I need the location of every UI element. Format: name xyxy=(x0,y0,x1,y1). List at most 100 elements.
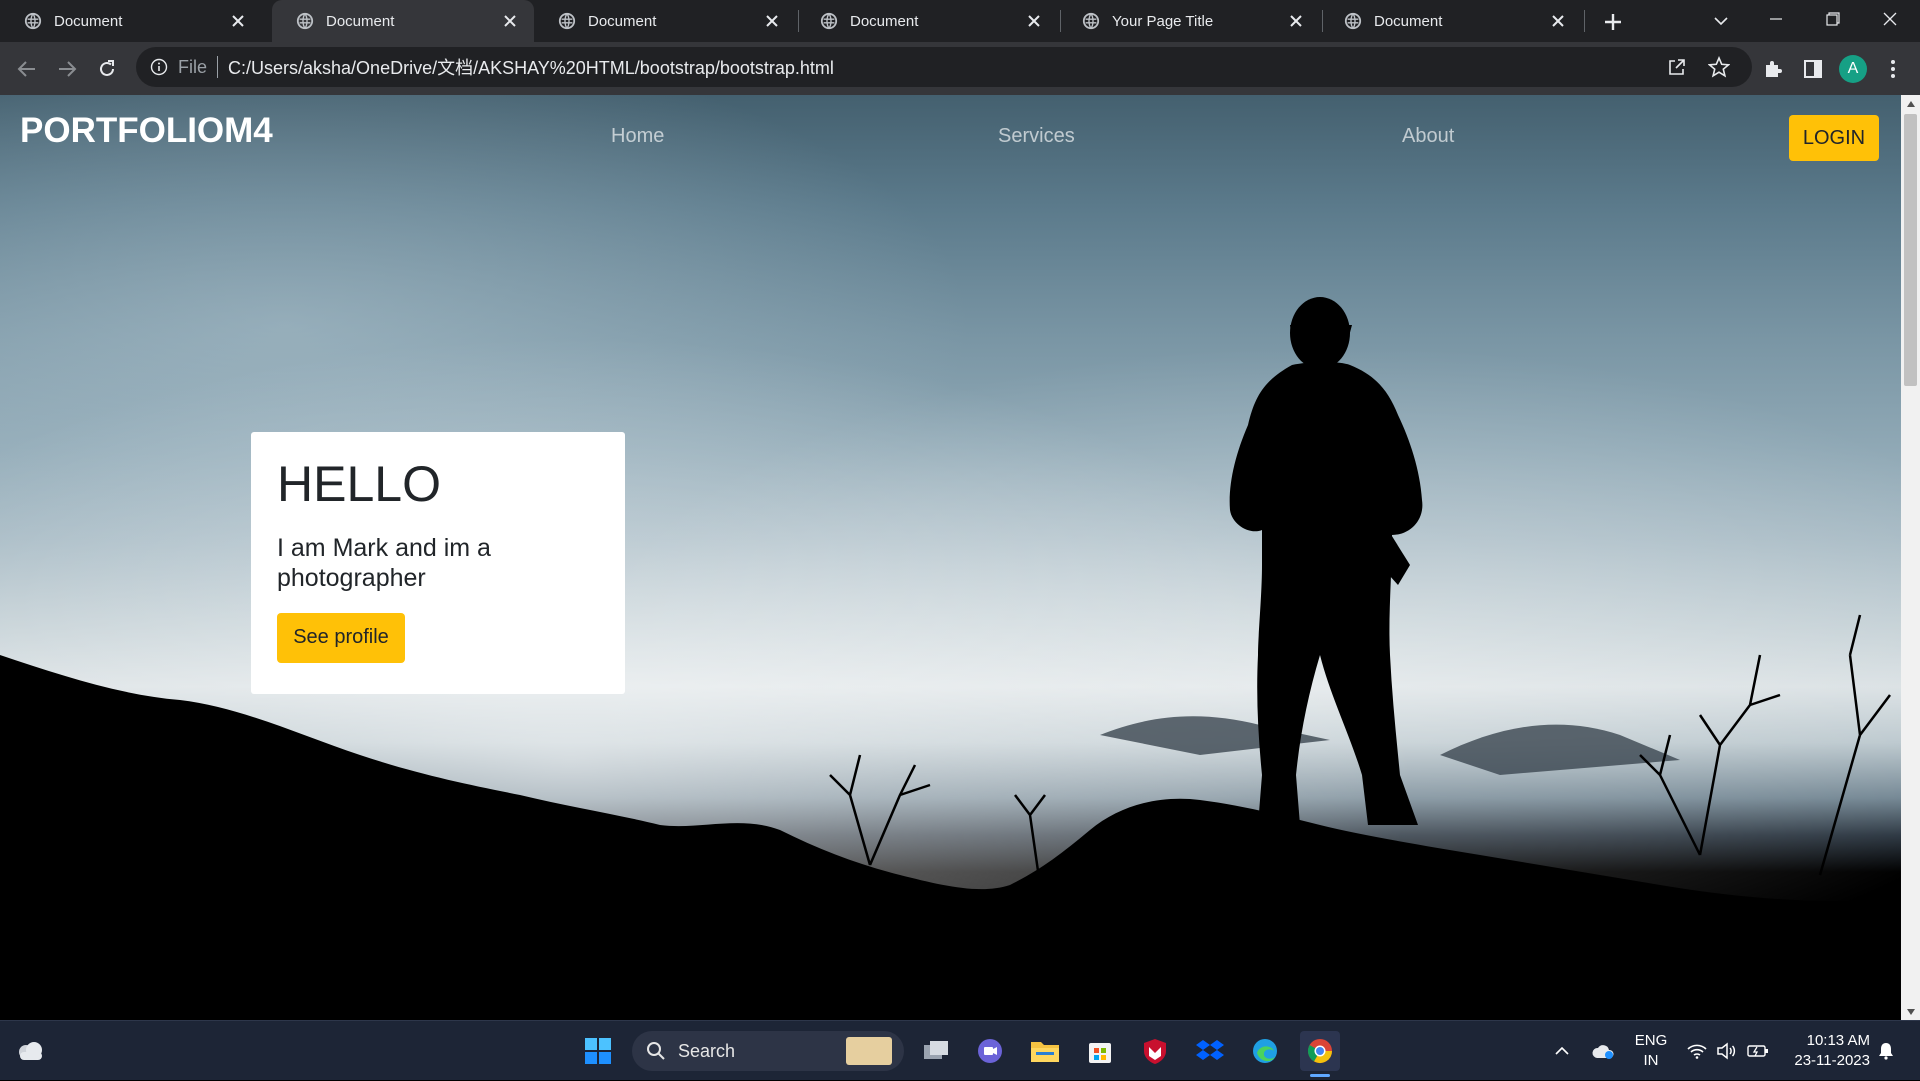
mcafee-button[interactable] xyxy=(1135,1031,1175,1071)
clock-date: 23-11-2023 xyxy=(1794,1052,1870,1069)
chrome-button[interactable] xyxy=(1300,1031,1340,1071)
nav-link-home[interactable]: Home xyxy=(611,125,664,148)
brand-logo[interactable]: PORTFOLIOM4 xyxy=(20,111,273,151)
task-view-button[interactable] xyxy=(916,1031,956,1071)
info-icon[interactable] xyxy=(150,58,168,76)
tab-search-button[interactable] xyxy=(1708,8,1734,34)
taskbar-search[interactable]: Search xyxy=(632,1031,904,1071)
task-view-icon xyxy=(924,1041,948,1059)
tab-title: Document xyxy=(54,12,123,30)
close-icon xyxy=(1883,12,1897,26)
extensions-button[interactable] xyxy=(1758,54,1788,84)
globe-icon xyxy=(24,12,42,30)
clock-time: 10:13 AM xyxy=(1806,1032,1870,1049)
arrow-left-icon xyxy=(17,61,35,77)
store-icon xyxy=(1089,1043,1111,1063)
chat-icon xyxy=(978,1039,1002,1063)
address-bar[interactable]: File C:/Users/aksha/OneDrive/文档/AKSHAY%2… xyxy=(136,47,1752,87)
forward-button[interactable] xyxy=(52,54,82,84)
wifi-button[interactable] xyxy=(1685,1021,1709,1081)
tab-title: Your Page Title xyxy=(1112,12,1214,30)
new-tab-button[interactable] xyxy=(1598,7,1628,37)
close-tab-icon[interactable] xyxy=(1548,11,1568,31)
volume-button[interactable] xyxy=(1714,1021,1738,1081)
menu-button[interactable] xyxy=(1878,54,1908,84)
edge-button[interactable] xyxy=(1245,1031,1285,1071)
scheme-label: File xyxy=(178,56,208,77)
chevron-down-icon xyxy=(1714,17,1728,26)
region-code: IN xyxy=(1643,1052,1659,1069)
close-tab-icon[interactable] xyxy=(762,11,782,31)
see-profile-button[interactable]: See profile xyxy=(277,612,405,663)
show-hidden-icons-button[interactable] xyxy=(1550,1021,1574,1081)
share-icon[interactable] xyxy=(1667,57,1687,77)
tab-title: Document xyxy=(1374,12,1443,30)
weather-widget[interactable] xyxy=(10,1031,50,1071)
address-divider xyxy=(217,56,219,78)
chevron-up-icon xyxy=(1555,1047,1569,1055)
notifications-button[interactable] xyxy=(1874,1021,1898,1081)
windows-logo-icon xyxy=(585,1038,611,1064)
close-window-button[interactable] xyxy=(1862,0,1918,38)
arrow-right-icon xyxy=(59,61,77,77)
close-tab-icon[interactable] xyxy=(1286,11,1306,31)
minimize-button[interactable] xyxy=(1748,0,1804,38)
teams-chat-button[interactable] xyxy=(970,1031,1010,1071)
page-scrollbar[interactable] xyxy=(1901,95,1920,1020)
search-placeholder: Search xyxy=(678,1040,736,1061)
microsoft-store-button[interactable] xyxy=(1080,1031,1120,1071)
tab-1[interactable]: Document xyxy=(0,0,262,42)
star-icon[interactable] xyxy=(1708,56,1730,78)
tab-3[interactable]: Document xyxy=(534,0,796,42)
close-tab-icon[interactable] xyxy=(500,11,520,31)
triangle-up-icon xyxy=(1906,100,1915,107)
speaker-icon xyxy=(1717,1042,1736,1060)
windows-taskbar: Search ENG IN 10:13 AM 23-11-2023 xyxy=(0,1020,1920,1080)
chrome-icon xyxy=(1307,1039,1332,1064)
file-explorer-button[interactable] xyxy=(1025,1031,1065,1071)
close-tab-icon[interactable] xyxy=(1024,11,1044,31)
page-viewport: PORTFOLIOM4 Home Services About LOGIN HE… xyxy=(0,95,1901,1020)
reload-button[interactable] xyxy=(92,54,122,84)
globe-icon xyxy=(1082,12,1100,30)
restore-button[interactable] xyxy=(1805,0,1861,38)
profile-avatar[interactable]: A xyxy=(1839,55,1867,83)
edge-icon xyxy=(1253,1039,1277,1063)
taskbar-clock[interactable]: 10:13 AM 23-11-2023 xyxy=(1780,1031,1870,1071)
close-tab-icon[interactable] xyxy=(228,11,248,31)
tab-6[interactable]: Document xyxy=(1320,0,1582,42)
search-highlight-image xyxy=(846,1037,892,1065)
side-panel-button[interactable] xyxy=(1798,54,1828,84)
search-icon xyxy=(647,1042,665,1060)
tab-2[interactable]: Document xyxy=(272,0,534,42)
scroll-up-button[interactable] xyxy=(1901,95,1920,112)
onedrive-cloud-icon xyxy=(1592,1045,1614,1059)
login-button[interactable]: LOGIN xyxy=(1789,115,1879,161)
scroll-down-button[interactable] xyxy=(1901,1003,1920,1020)
puzzle-icon xyxy=(1766,61,1782,77)
globe-icon xyxy=(558,12,576,30)
battery-charging-icon xyxy=(1747,1045,1768,1057)
tab-separator xyxy=(1584,10,1585,32)
scroll-thumb[interactable] xyxy=(1904,114,1917,386)
back-button[interactable] xyxy=(12,54,42,84)
language-code: ENG xyxy=(1634,1032,1668,1049)
start-button[interactable] xyxy=(578,1031,618,1071)
url-text[interactable]: C:/Users/aksha/OneDrive/文档/AKSHAY%20HTML… xyxy=(228,54,834,80)
dropbox-button[interactable] xyxy=(1190,1031,1230,1071)
reload-icon xyxy=(100,60,114,76)
site-navbar: PORTFOLIOM4 Home Services About LOGIN xyxy=(0,95,1901,181)
tab-5[interactable]: Your Page Title xyxy=(1058,0,1320,42)
hero-card: HELLO I am Mark and im a photographer Se… xyxy=(251,432,625,694)
tab-title: Document xyxy=(326,12,395,30)
onedrive-tray-button[interactable] xyxy=(1588,1021,1618,1081)
nav-link-services[interactable]: Services xyxy=(998,125,1075,148)
battery-button[interactable] xyxy=(1745,1021,1771,1081)
globe-icon xyxy=(296,12,314,30)
shield-icon xyxy=(1144,1039,1166,1064)
triangle-down-icon xyxy=(1906,1008,1915,1015)
tab-strip: Document Document Document Document Your… xyxy=(0,0,1920,42)
tab-4[interactable]: Document xyxy=(796,0,1058,42)
nav-link-about[interactable]: About xyxy=(1402,125,1454,148)
language-indicator[interactable]: ENG IN xyxy=(1628,1031,1674,1071)
